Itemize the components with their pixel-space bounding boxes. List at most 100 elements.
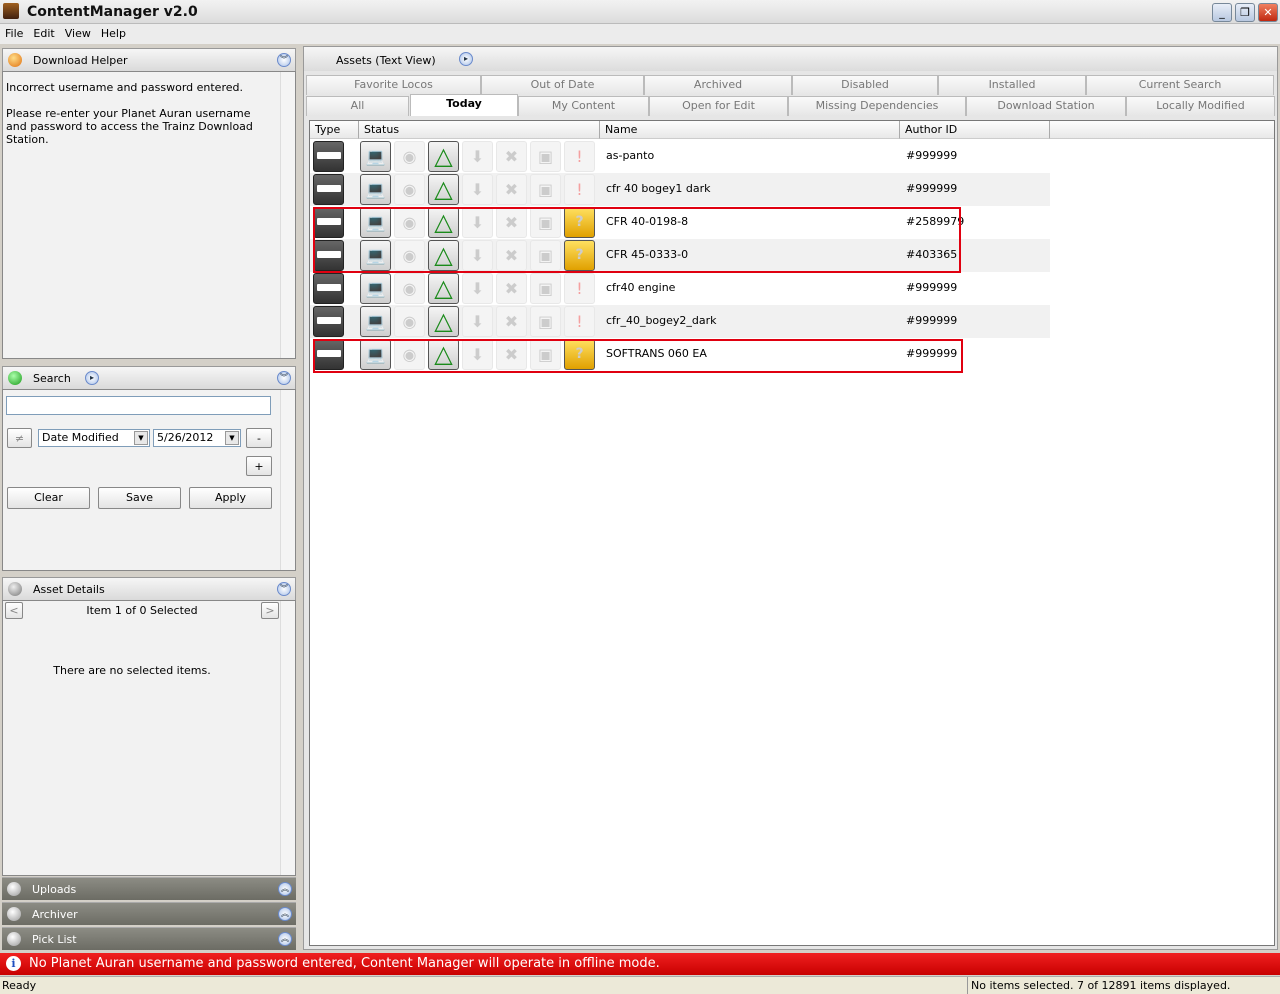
dropdown-arrow-icon: ▼ xyxy=(134,431,148,445)
expand-chevron-icon[interactable]: ︽ xyxy=(278,882,292,896)
tab-download-station[interactable]: Download Station xyxy=(966,96,1126,116)
triangle-icon: △ xyxy=(428,306,459,337)
train-type-icon xyxy=(313,306,344,337)
asset-details-body: < Item 1 of 0 Selected > There are no se… xyxy=(2,600,296,876)
next-item-button[interactable]: > xyxy=(261,602,279,619)
column-header-type[interactable]: Type xyxy=(310,121,359,139)
search-input[interactable] xyxy=(6,396,271,415)
menu-file[interactable]: File xyxy=(0,24,28,40)
column-header-empty xyxy=(1050,121,1274,139)
train-type-icon xyxy=(313,174,344,205)
panel-title: Download Helper xyxy=(33,54,128,67)
status-orange-icon xyxy=(8,53,22,67)
column-header-status[interactable]: Status xyxy=(359,121,600,139)
download-icon: ⬇ xyxy=(462,174,493,205)
tools-icon: ✖ xyxy=(496,141,527,172)
highlight-box xyxy=(313,207,961,273)
table-row[interactable]: 💻 ◉ △ ⬇ ✖ ▣! as-panto #999999 xyxy=(310,140,1050,173)
tab-my-content[interactable]: My Content xyxy=(518,96,649,116)
triangle-icon: △ xyxy=(428,174,459,205)
items-count: No items selected. 7 of 12891 items disp… xyxy=(967,977,1233,994)
download-helper-body: Incorrect username and password entered.… xyxy=(2,71,296,359)
asset-name: cfr40 engine xyxy=(606,281,676,294)
disc-icon: ◉ xyxy=(394,141,425,172)
download-icon: ⬇ xyxy=(462,273,493,304)
collapse-chevron-icon[interactable]: ︾ xyxy=(277,53,291,67)
maximize-button[interactable]: ❐ xyxy=(1235,3,1255,22)
tab-locally-modified[interactable]: Locally Modified xyxy=(1126,96,1275,116)
error-message: Incorrect username and password entered. xyxy=(6,81,243,94)
tab-out-of-date[interactable]: Out of Date xyxy=(481,75,644,95)
status-gray-icon xyxy=(7,932,21,946)
tab-installed[interactable]: Installed xyxy=(938,75,1086,95)
tab-current-search[interactable]: Current Search xyxy=(1086,75,1274,95)
add-criteria-button[interactable]: + xyxy=(246,456,272,476)
asset-name: cfr 40 bogey1 dark xyxy=(606,182,711,195)
info-icon: i xyxy=(6,956,21,971)
panel-title: Archiver xyxy=(32,908,78,921)
table-row[interactable]: 💻 ◉ △ ⬇ ✖ ▣! cfr 40 bogey1 dark #999999 xyxy=(310,173,1050,206)
disc-icon: ◉ xyxy=(394,174,425,205)
author-id: #999999 xyxy=(906,149,958,162)
search-header[interactable]: Search ▸ ︾ xyxy=(2,366,296,389)
field-select[interactable]: Date Modified ▼ xyxy=(38,429,150,447)
clear-button[interactable]: Clear xyxy=(7,487,90,509)
status-green-icon xyxy=(8,371,22,385)
tab-favorite-locos[interactable]: Favorite Locos xyxy=(306,75,481,95)
collapse-chevron-icon[interactable]: ︾ xyxy=(277,371,291,385)
asset-details-header[interactable]: Asset Details ︾ xyxy=(2,577,296,600)
menu-view[interactable]: View xyxy=(60,24,96,40)
tab-missing-dependencies[interactable]: Missing Dependencies xyxy=(788,96,966,116)
download-icon: ⬇ xyxy=(462,306,493,337)
uploads-panel[interactable]: Uploads ︽ xyxy=(2,877,296,900)
close-button[interactable]: ✕ xyxy=(1258,3,1278,22)
save-button[interactable]: Save xyxy=(98,487,181,509)
triangle-icon: △ xyxy=(428,273,459,304)
apply-button[interactable]: Apply xyxy=(189,487,272,509)
status-gray-icon xyxy=(8,582,22,596)
help-message: Please re-enter your Planet Auran userna… xyxy=(6,107,253,146)
date-select[interactable]: 5/26/2012 ▼ xyxy=(153,429,241,447)
prev-item-button[interactable]: < xyxy=(5,602,23,619)
warning-icon: ! xyxy=(564,174,595,205)
play-icon[interactable]: ▸ xyxy=(459,52,473,66)
copy-icon: ▣ xyxy=(530,141,561,172)
minimize-button[interactable]: _ xyxy=(1212,3,1232,22)
search-body: ≠ Date Modified ▼ 5/26/2012 ▼ - + Clear Sa… xyxy=(2,389,296,571)
collapse-chevron-icon[interactable]: ︾ xyxy=(277,582,291,596)
column-header-name[interactable]: Name xyxy=(600,121,900,139)
remove-criteria-button[interactable]: - xyxy=(246,428,272,448)
pick-list-panel[interactable]: Pick List ︽ xyxy=(2,927,296,950)
column-header-author-id[interactable]: Author ID xyxy=(900,121,1050,139)
tab-disabled[interactable]: Disabled xyxy=(792,75,938,95)
tab-today[interactable]: Today xyxy=(410,94,518,116)
menu-help[interactable]: Help xyxy=(96,24,131,40)
tab-all[interactable]: All xyxy=(306,96,409,116)
expand-chevron-icon[interactable]: ︽ xyxy=(278,907,292,921)
menu-edit[interactable]: Edit xyxy=(28,24,59,40)
warning-icon: ! xyxy=(564,141,595,172)
title-bar: ContentManager v2.0 _ ❐ ✕ xyxy=(0,0,1280,24)
table-row[interactable]: 💻 ◉ △ ⬇ ✖ ▣! cfr_40_bogey2_dark #999999 xyxy=(310,305,1050,338)
scrollbar[interactable] xyxy=(280,390,295,570)
panel-title: Asset Details xyxy=(33,583,105,596)
tools-icon: ✖ xyxy=(496,174,527,205)
scrollbar[interactable] xyxy=(280,72,295,358)
download-helper-header[interactable]: Download Helper ︾ xyxy=(2,48,296,71)
play-icon[interactable]: ▸ xyxy=(85,371,99,385)
tools-icon: ✖ xyxy=(496,306,527,337)
table-row[interactable]: 💻 ◉ △ ⬇ ✖ ▣! cfr40 engine #999999 xyxy=(310,272,1050,305)
tab-archived[interactable]: Archived xyxy=(644,75,792,95)
scrollbar[interactable] xyxy=(280,601,295,875)
archiver-panel[interactable]: Archiver ︽ xyxy=(2,902,296,925)
not-equal-button[interactable]: ≠ xyxy=(7,428,32,448)
expand-chevron-icon[interactable]: ︽ xyxy=(278,932,292,946)
train-type-icon xyxy=(313,273,344,304)
triangle-icon: △ xyxy=(428,141,459,172)
field-value: Date Modified xyxy=(42,431,119,444)
tab-open-for-edit[interactable]: Open for Edit xyxy=(649,96,788,116)
asset-name: cfr_40_bogey2_dark xyxy=(606,314,717,327)
asset-name: as-panto xyxy=(606,149,655,162)
menu-bar: File Edit View Help xyxy=(0,24,1280,44)
panel-title: Search xyxy=(33,372,71,385)
